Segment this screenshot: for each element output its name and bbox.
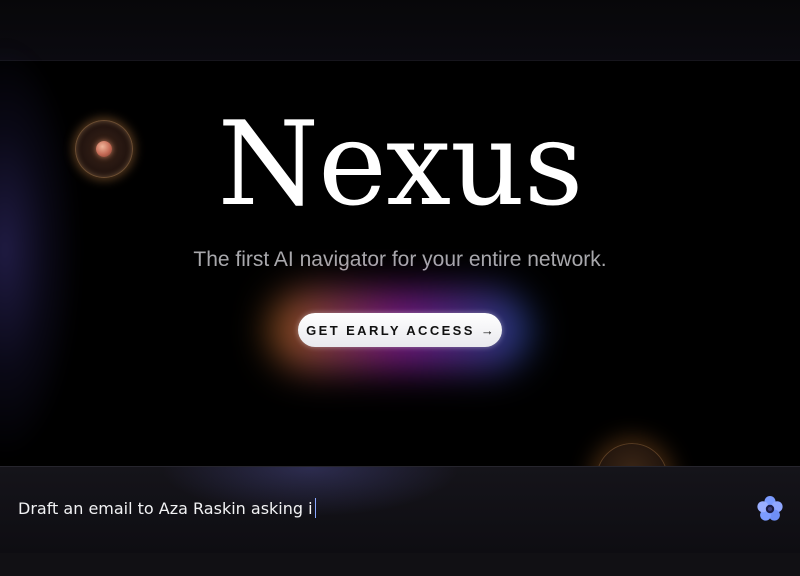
footer-strip — [0, 553, 800, 576]
text-caret — [314, 498, 316, 518]
prompt-input[interactable]: Draft an email to Aza Raskin asking i — [18, 497, 718, 521]
landing-page: Nexus The first AI navigator for your en… — [0, 0, 800, 576]
arrow-right-icon: → — [480, 322, 494, 338]
flower-icon[interactable] — [756, 495, 784, 523]
get-early-access-button[interactable]: GET EARLY ACCESS → — [298, 313, 502, 347]
top-bar — [0, 0, 800, 61]
prompt-bar: Draft an email to Aza Raskin asking i — [0, 466, 800, 554]
cta-label: GET EARLY ACCESS — [306, 322, 475, 338]
prompt-text: Draft an email to Aza Raskin asking i — [18, 499, 313, 518]
page-subtitle: The first AI navigator for your entire n… — [193, 248, 607, 271]
page-title: Nexus — [217, 97, 584, 232]
